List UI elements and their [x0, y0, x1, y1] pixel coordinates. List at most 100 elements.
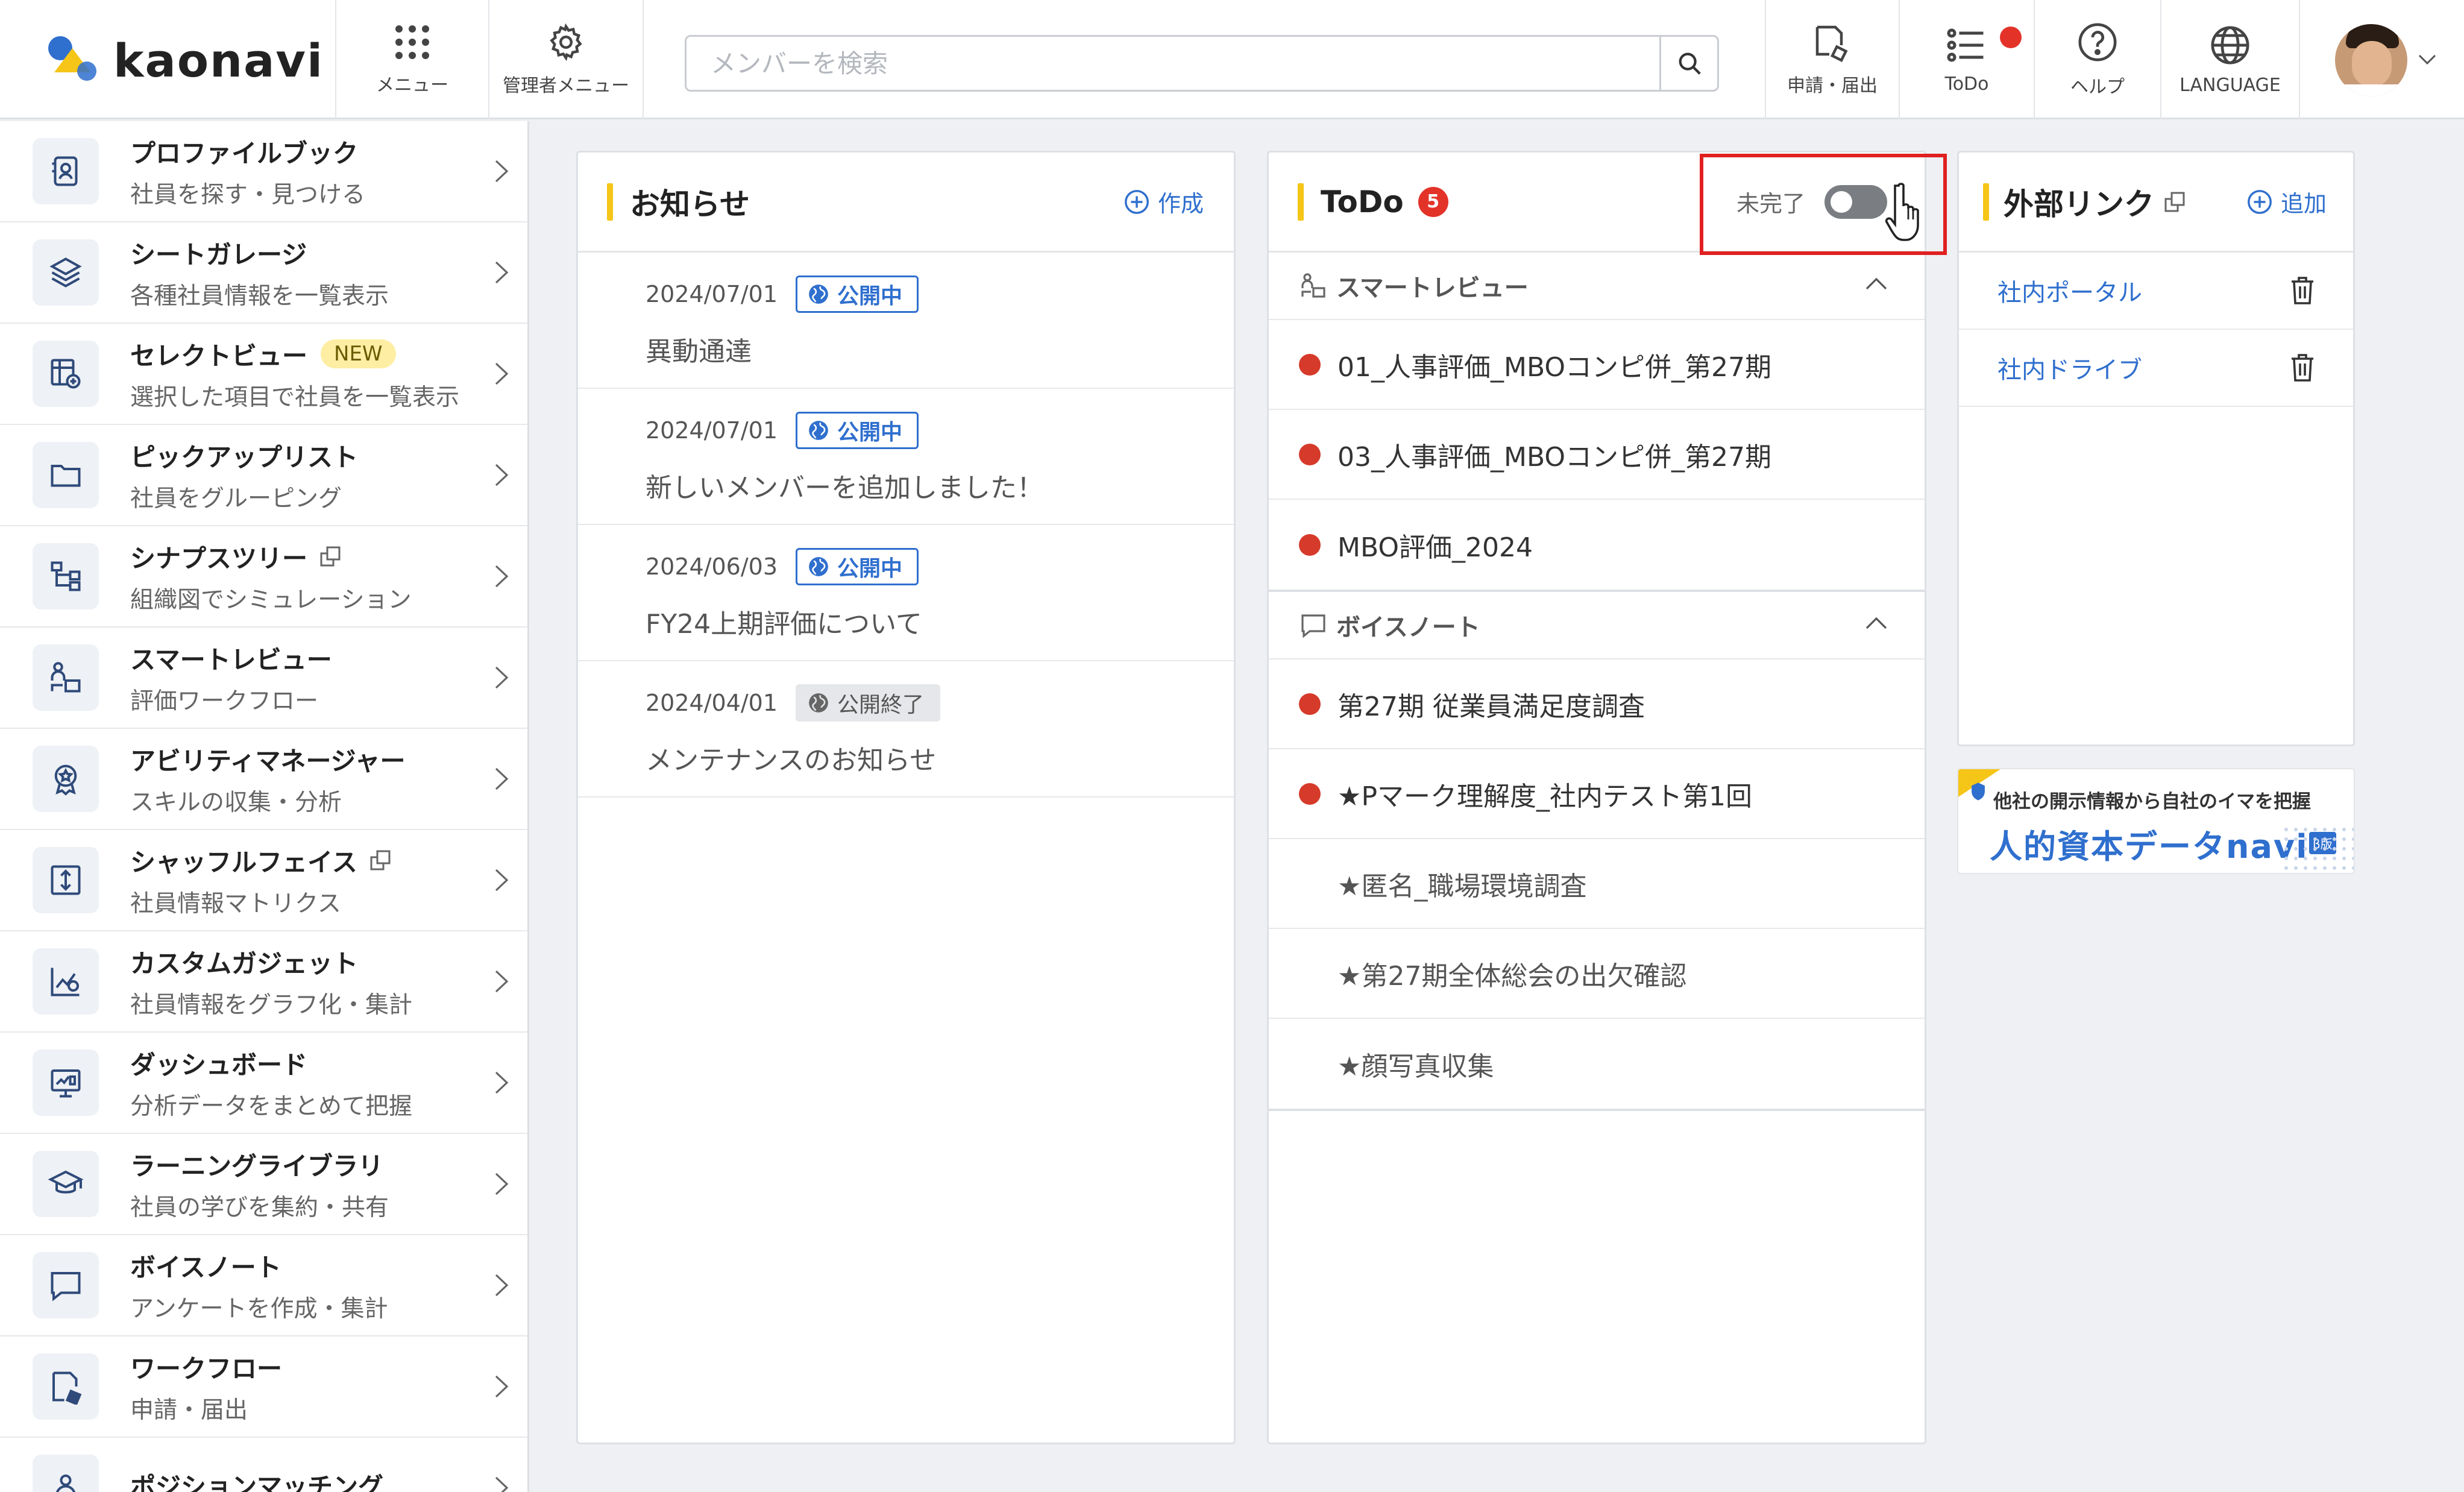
todo-item[interactable]: 第27期 従業員満足度調査	[1269, 659, 1925, 749]
gear-icon	[550, 23, 582, 61]
todo-item[interactable]: ★匿名_職場環境調査	[1269, 839, 1925, 929]
member-search	[685, 35, 1719, 92]
status-text: 公開中	[837, 420, 903, 445]
avatar[interactable]	[2335, 24, 2407, 96]
news-title-text: FY24上期評価について	[646, 609, 922, 640]
external-link-icon	[320, 546, 341, 567]
link-text[interactable]: 社内ドライブ	[1997, 350, 2142, 385]
section-bar	[607, 183, 613, 221]
create-news-button[interactable]: 作成	[1123, 185, 1204, 218]
pending-dot	[1299, 353, 1321, 376]
shuffle-icon	[51, 865, 81, 895]
application-label: 申請・届出	[1787, 75, 1878, 96]
sidebar-item-subtitle: 申請・届出	[130, 1396, 248, 1424]
chevron-down-icon[interactable]	[2417, 53, 2437, 66]
select-view-icon	[51, 359, 81, 389]
chevron-right-icon	[495, 869, 509, 892]
kaonavi-logo-icon	[48, 36, 96, 81]
trash-icon[interactable]	[2289, 353, 2316, 383]
pending-dot	[1299, 782, 1321, 805]
sidebar-item-title: シャッフルフェイス	[130, 847, 357, 877]
news-item[interactable]: 2024/07/01 公開中 異動通達	[578, 253, 1234, 389]
sidebar-item-subtitle: 組織図でシミュレーション	[130, 586, 412, 614]
org-tree-icon	[51, 561, 81, 591]
sidebar-item-learning-library[interactable]: ラーニングライブラリ 社員の学びを集約・共有	[0, 1134, 527, 1235]
todo-item[interactable]: MBO評価_2024	[1269, 500, 1925, 590]
chevron-up-icon[interactable]	[1864, 275, 1888, 291]
sidebar-item-dashboard[interactable]: ダッシュボード 分析データをまとめて把握	[0, 1033, 527, 1134]
admin-menu-button[interactable]: 管理者メニュー	[489, 0, 644, 119]
sidebar-item-pickup-list[interactable]: ピックアップリスト 社員をグルーピング	[0, 425, 527, 526]
todo-item[interactable]: 01_人事評価_MBOコンピ併_第27期	[1269, 320, 1925, 410]
trash-icon[interactable]	[2289, 275, 2316, 306]
logo[interactable]: kaonavi	[42, 30, 324, 90]
sidebar-item-voice-note[interactable]: ボイスノート アンケートを作成・集計	[0, 1235, 527, 1336]
help-icon	[2078, 23, 2117, 61]
todo-card: ToDo 5 未完了 スマートレビュー 01_人事評価_MBOコンピ併_第27期…	[1267, 151, 1926, 1444]
plus-circle-icon	[1125, 189, 1149, 214]
chevron-right-icon	[495, 1375, 509, 1398]
todo-text: ★顔写真収集	[1337, 1051, 1494, 1082]
sidebar-item-synapse-tree[interactable]: シナプスツリー 組織図でシミュレーション	[0, 526, 527, 628]
link-row: 社内ポータル	[1959, 253, 2353, 330]
sidebar-item-position-matching[interactable]: ポジションマッチング	[0, 1438, 527, 1492]
news-item[interactable]: 2024/06/03 公開中 FY24上期評価について	[578, 525, 1234, 661]
smart-review-section-header[interactable]: スマートレビュー	[1269, 253, 1925, 320]
status-badge: 公開中	[796, 275, 919, 313]
news-date: 2024/06/03	[646, 553, 778, 580]
search-input[interactable]	[687, 48, 1659, 78]
link-text[interactable]: 社内ポータル	[1997, 273, 2142, 308]
add-link-button[interactable]: 追加	[2246, 185, 2327, 218]
news-item[interactable]: 2024/04/01 公開終了 メンテナンスのお知らせ	[578, 661, 1234, 798]
language-button[interactable]: LANGUAGE	[2161, 0, 2300, 119]
chevron-up-icon[interactable]	[1864, 615, 1888, 631]
help-button[interactable]: ヘルプ	[2035, 0, 2161, 119]
application-button[interactable]: 申請・届出	[1765, 0, 1900, 119]
sidebar-item-select-view[interactable]: セレクトビュー NEW 選択した項目で社員を一覧表示	[0, 324, 527, 425]
sidebar-item-smart-review[interactable]: スマートレビュー 評価ワークフロー	[0, 628, 527, 729]
chevron-right-icon	[495, 666, 509, 689]
chevron-right-icon	[495, 970, 509, 993]
create-label: 作成	[1157, 190, 1204, 217]
news-date: 2024/07/01	[646, 281, 778, 307]
news-date: 2024/04/01	[646, 690, 778, 716]
sidebar-item-shuffle-face[interactable]: シャッフルフェイス 社員情報マトリクス	[0, 830, 527, 931]
sidebar-item-subtitle: 評価ワークフロー	[130, 687, 319, 715]
sidebar-item-title: ピックアップリスト	[130, 442, 359, 472]
news-title-text: メンテナンスのお知らせ	[646, 745, 937, 776]
globe-icon	[809, 421, 828, 440]
banner-title: 人的資本データnavi	[1990, 828, 2308, 866]
status-badge: 公開終了	[796, 684, 941, 722]
todo-header-button[interactable]: ToDo	[1900, 0, 2035, 119]
menu-button[interactable]: メニュー	[335, 0, 489, 119]
voice-note-section-header[interactable]: ボイスノート	[1269, 592, 1925, 659]
news-card: お知らせ 作成 2024/07/01 公開中 異動通達 2024/07/01 公…	[576, 151, 1236, 1444]
human-capital-data-banner[interactable]: 他社の開示情報から自社のイマを把握 人的資本データnavi β版	[1957, 768, 2355, 874]
sidebar-item-workflow[interactable]: ワークフロー 申請・届出	[0, 1336, 527, 1438]
top-bar: kaonavi メニュー 管理者メニュー 申請・届出	[0, 0, 2464, 119]
help-label: ヘルプ	[2070, 77, 2125, 98]
language-label: LANGUAGE	[2180, 74, 2281, 96]
links-header: 外部リンク 追加	[1959, 153, 2353, 253]
sidebar-item-ability-manager[interactable]: アビリティマネージャー スキルの収集・分析	[0, 729, 527, 830]
search-button[interactable]	[1659, 37, 1717, 90]
sidebar-item-profile-book[interactable]: プロファイルブック 社員を探す・見つける	[0, 121, 527, 222]
sidebar-item-custom-gadget[interactable]: カスタムガジェット 社員情報をグラフ化・集計	[0, 931, 527, 1033]
todo-item[interactable]: ★Pマーク理解度_社内テスト第1回	[1269, 749, 1925, 839]
new-badge: NEW	[321, 339, 396, 368]
todo-item[interactable]: ★顔写真収集	[1269, 1019, 1925, 1109]
sidebar-item-sheet-garage[interactable]: シートガレージ 各種社員情報を一覧表示	[0, 222, 527, 324]
news-item[interactable]: 2024/07/01 公開中 新しいメンバーを追加しました！	[578, 389, 1234, 525]
chevron-right-icon	[495, 767, 509, 790]
grid-dots-icon	[395, 25, 429, 59]
smart-review-icon	[51, 662, 81, 693]
sidebar-item-subtitle: アンケートを作成・集計	[130, 1295, 388, 1323]
sidebar: プロファイルブック 社員を探す・見つける シートガレージ 各種社員情報を一覧表示…	[0, 121, 529, 1492]
todo-item[interactable]: 03_人事評価_MBOコンピ併_第27期	[1269, 410, 1925, 500]
sidebar-item-title: ポジションマッチング	[130, 1472, 384, 1492]
todo-item[interactable]: ★第27期全体総会の出欠確認	[1269, 929, 1925, 1019]
pending-dot	[1299, 534, 1321, 556]
globe-icon	[809, 557, 828, 576]
sidebar-item-title: カスタムガジェット	[130, 948, 359, 978]
position-icon	[55, 1475, 76, 1492]
